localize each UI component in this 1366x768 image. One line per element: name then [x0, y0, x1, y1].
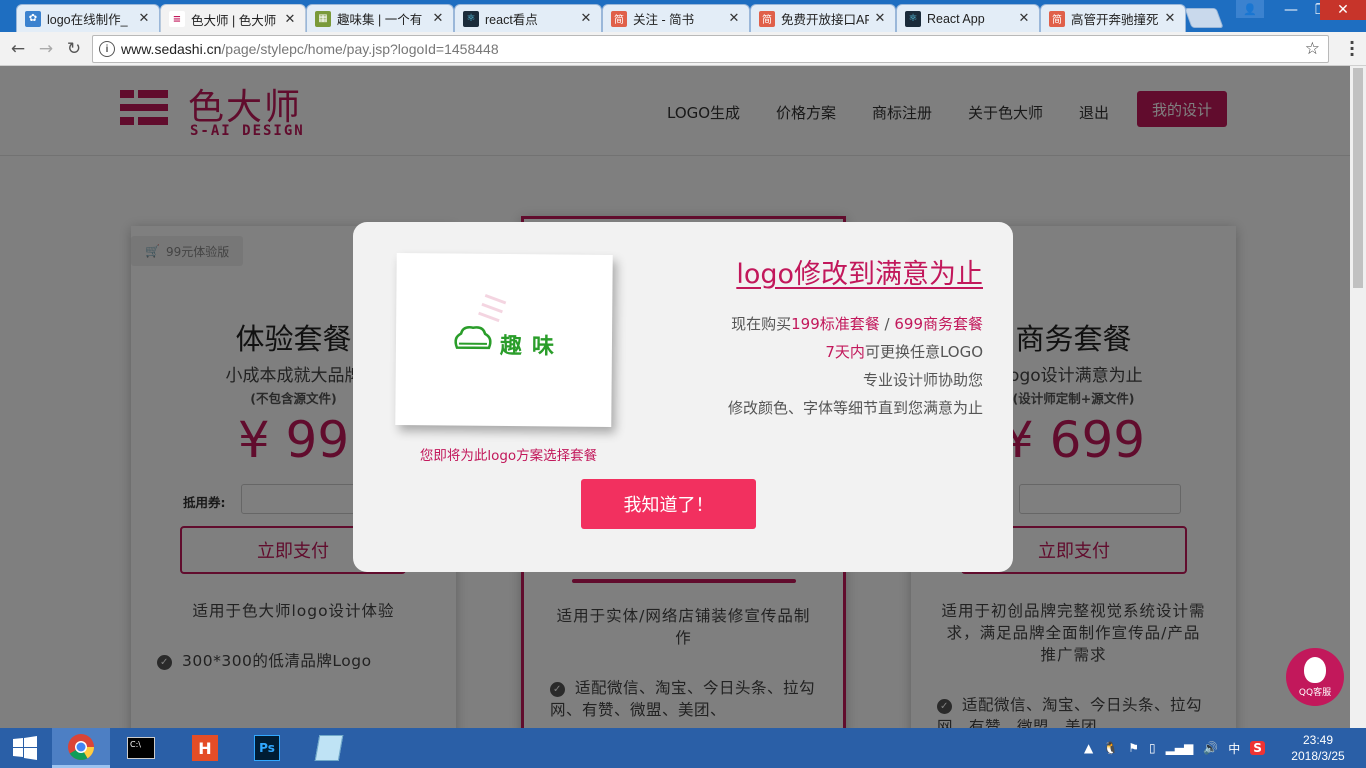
clock-date: 2018/3/25 [1291, 749, 1345, 763]
sedashi-favicon-icon: ≡ [169, 11, 185, 27]
minimize-icon[interactable]: — [1276, 0, 1306, 20]
quweiji-favicon-icon: ▦ [315, 10, 331, 27]
baidu-favicon-icon: ✿ [25, 10, 41, 27]
tab-close-icon[interactable]: ✕ [283, 12, 297, 27]
browser-tab-active[interactable]: ≡ 色大师 | 色大师 ✕ [160, 4, 306, 33]
notepad-taskbar-icon[interactable] [300, 728, 358, 768]
device-icon[interactable]: ▯ [1149, 741, 1156, 755]
bookmark-star-icon[interactable]: ☆ [1305, 39, 1320, 59]
scrollbar-thumb[interactable] [1353, 68, 1363, 288]
modal-line-2: 7天内可更换任意LOGO [825, 343, 983, 361]
browser-menu-icon[interactable]: · · · [1346, 35, 1358, 63]
sogou-icon[interactable]: S [1250, 741, 1265, 755]
hbuilder-taskbar-icon[interactable]: H [176, 728, 234, 768]
got-it-button[interactable]: 我知道了！ [581, 479, 756, 529]
flag-icon[interactable]: ⚑ [1128, 741, 1139, 755]
qq-support-label: QQ客服 [1298, 687, 1332, 698]
logo-preview-text: 趣味 [499, 332, 565, 360]
tray-expand-icon[interactable]: ▲ [1084, 741, 1093, 755]
qq-tray-icon[interactable]: 🐧 [1103, 741, 1118, 755]
react-favicon-icon: ⚛ [463, 10, 479, 27]
tab-close-icon[interactable]: ✕ [579, 11, 593, 26]
volume-icon[interactable]: 🔊 [1203, 741, 1218, 755]
window-close-icon[interactable]: ✕ [1320, 0, 1366, 20]
system-tray: ▲ 🐧 ⚑ ▯ ▂▄▆ 🔊 中 S [1084, 728, 1265, 768]
url-path: /page/stylepc/home/pay.jsp?logoId=145844… [221, 41, 499, 57]
windows-taskbar: C:\ H Ps ▲ 🐧 ⚑ ▯ ▂▄▆ 🔊 中 S 23:49 2018/3/… [0, 728, 1366, 768]
forward-arrow-icon[interactable]: → [34, 38, 58, 60]
address-bar[interactable]: i www.sedashi.cn/page/stylepc/home/pay.j… [92, 35, 1329, 63]
photoshop-taskbar-icon[interactable]: Ps [238, 728, 296, 768]
jianshu-favicon-icon: 简 [1049, 10, 1065, 27]
tab-close-icon[interactable]: ✕ [873, 11, 887, 26]
chef-hat-icon [454, 326, 492, 350]
page-scrollbar[interactable] [1350, 66, 1366, 728]
browser-tab[interactable]: 简 关注 - 简书 ✕ [602, 4, 750, 32]
tab-close-icon[interactable]: ✕ [1163, 11, 1177, 26]
terminal-taskbar-icon[interactable]: C:\ [112, 728, 170, 768]
windows-start-icon[interactable] [0, 728, 50, 768]
modal-line-4: 修改颜色、字体等细节直到您满意为止 [727, 399, 983, 417]
modal-line-1: 现在购买199标准套餐 / 699商务套餐 [731, 315, 983, 333]
qq-support-button[interactable]: QQ客服 [1286, 648, 1344, 706]
system-clock[interactable]: 23:49 2018/3/25 [1278, 732, 1358, 764]
web-page: 色大师 S-AI DESIGN LOGO生成 价格方案 商标注册 关于色大师 退… [0, 66, 1350, 728]
qq-penguin-icon [1304, 656, 1326, 683]
jianshu-favicon-icon: 简 [759, 10, 775, 27]
new-tab-button[interactable] [1184, 8, 1224, 28]
chrome-taskbar-icon[interactable] [52, 728, 110, 768]
url-host: www.sedashi.cn [121, 41, 222, 57]
preview-caption: 您即将为此logo方案选择套餐 [419, 448, 598, 464]
modal-line-3: 专业设计师协助您 [862, 371, 983, 389]
browser-toolbar: ← → ↻ i www.sedashi.cn/page/stylepc/home… [0, 32, 1366, 66]
promo-modal: ☰ 趣味 您即将为此logo方案选择套餐 logo修改到满意为止 现在购买199… [353, 222, 1013, 572]
clock-time: 23:49 [1302, 733, 1334, 747]
tab-close-icon[interactable]: ✕ [727, 11, 741, 26]
browser-tab[interactable]: ⚛ react看点 ✕ [454, 4, 602, 32]
ime-indicator[interactable]: 中 [1228, 740, 1240, 757]
info-icon[interactable]: i [99, 41, 115, 57]
browser-tab[interactable]: ⚛ React App ✕ [896, 4, 1040, 32]
tab-close-icon[interactable]: ✕ [431, 11, 445, 26]
profile-icon[interactable]: 👤 [1236, 0, 1264, 18]
react-favicon-icon: ⚛ [905, 10, 921, 27]
browser-tab[interactable]: ▦ 趣味集 | 一个有 ✕ [306, 4, 454, 32]
tab-close-icon[interactable]: ✕ [137, 11, 151, 26]
browser-tab[interactable]: 简 高管开奔驰撞死 ✕ [1040, 4, 1186, 32]
browser-tab[interactable]: ✿ logo在线制作_ ✕ [16, 4, 160, 32]
network-icon[interactable]: ▂▄▆ [1166, 741, 1194, 755]
back-arrow-icon[interactable]: ← [6, 38, 30, 60]
logo-preview-card: ☰ 趣味 [395, 253, 613, 427]
modal-body: 现在购买199标准套餐 / 699商务套餐 7天内可更换任意LOGO 专业设计师… [728, 310, 983, 422]
modal-title[interactable]: logo修改到满意为止 [736, 252, 983, 291]
tab-close-icon[interactable]: ✕ [1017, 11, 1031, 26]
browser-tab[interactable]: 简 免费开放接口AP ✕ [750, 4, 896, 32]
reload-icon[interactable]: ↻ [62, 38, 86, 60]
browser-tab-strip: ✿ logo在线制作_ ✕ ≡ 色大师 | 色大师 ✕ ▦ 趣味集 | 一个有 … [0, 0, 1366, 33]
jianshu-favicon-icon: 简 [611, 10, 627, 27]
